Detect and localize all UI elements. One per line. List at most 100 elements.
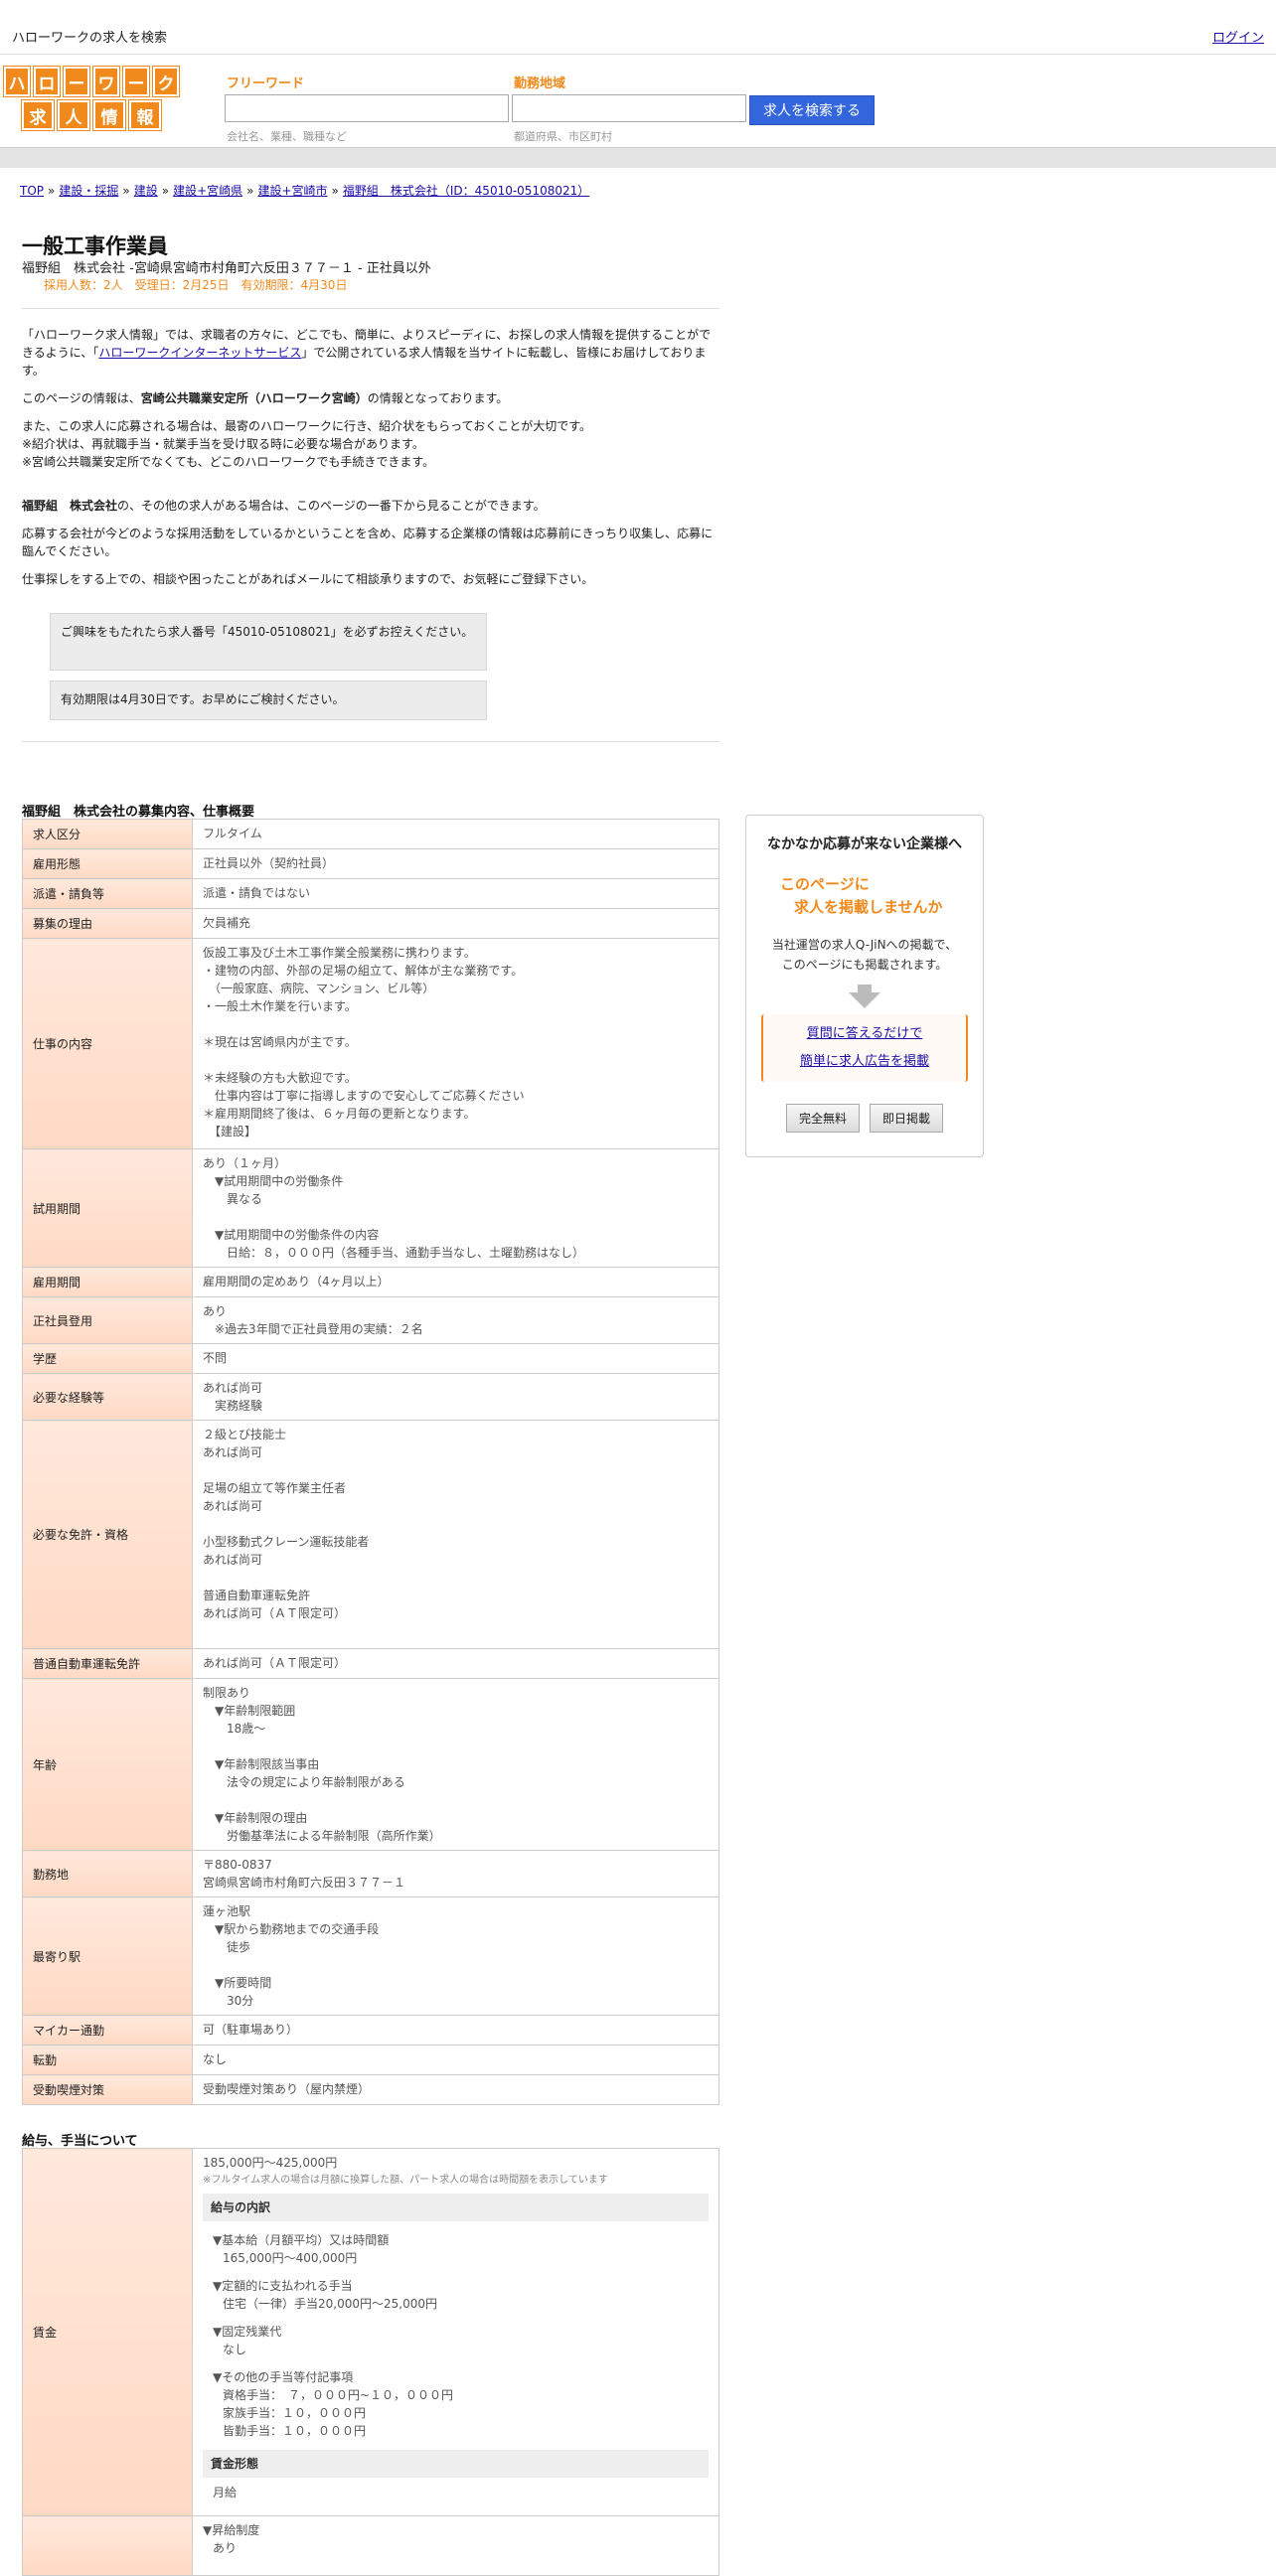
table-row: 必要な免許・資格 ２級とび技能士 あれば尚可 足場の組立て等作業主任者 あれば尚可… <box>22 1420 719 1649</box>
table-row: 普通自動車運転免許 あれば尚可（ＡＴ限定可） <box>22 1648 719 1679</box>
intro-p2-text-2: の情報となっております。 <box>367 391 509 405</box>
raise-value-text: あり <box>213 2541 238 2555</box>
fixed-allowance-heading: ▼定額的に支払われる手当 <box>213 2279 353 2293</box>
row-key: 勤務地 <box>22 1850 193 1897</box>
keyword-input[interactable] <box>225 94 509 122</box>
row-key: 普通自動車運転免許 <box>22 1648 193 1679</box>
row-value: 蓮ヶ池駅 ▼駅から勤務地までの交通手段 徒歩 ▼所要時間 30分 <box>192 1896 719 2016</box>
row-value: あれば尚可（ＡＴ限定可） <box>192 1648 719 1679</box>
ad-catch-1: このページに <box>780 875 870 893</box>
row-key: 転勤 <box>22 2045 193 2075</box>
table-row: 雇用形態 正社員以外（契約社員） <box>22 848 719 879</box>
logo-char: ー <box>122 66 150 97</box>
table-row: 求人区分 フルタイム <box>22 819 719 849</box>
breadcrumb-construction[interactable]: 建設 <box>134 184 158 198</box>
breadcrumb-company[interactable]: 福野組 株式会社（ID：45010-05108021） <box>343 184 589 198</box>
table-row: 募集の理由 欠員補充 <box>22 908 719 939</box>
base-salary-heading: ▼基本給（月額平均）又は時間額 <box>213 2233 390 2247</box>
logo-char: 情 <box>92 99 126 131</box>
hellowork-logo[interactable]: ハローワーク 求人情報 <box>3 66 180 131</box>
row-value: なし <box>192 2045 719 2075</box>
site-title: ハローワークの求人を検索 <box>12 31 168 46</box>
ad-link-post-ad[interactable]: 簡単に求人広告を掲載 <box>763 1048 966 1076</box>
breadcrumb-construction-mining[interactable]: 建設・採掘 <box>59 184 118 198</box>
row-key: 派遣・請負等 <box>22 878 193 909</box>
logo-row-1: ハローワーク <box>3 66 180 97</box>
breadcrumb-sep: » <box>48 184 56 198</box>
job-meta: 採用人数：2人 受理日：2月25日 有効期限：4月30日 <box>44 278 348 292</box>
table-row: 年齢 制限あり ▼年齢制限範囲 18歳〜 ▼年齢制限該当事由 法令の規定により年齢… <box>22 1678 719 1851</box>
header: ハローワーク 求人情報 フリーワード 会社名、業種、職種など 勤務地域 都道府県… <box>0 55 1276 146</box>
row-key: 年齢 <box>22 1678 193 1851</box>
row-key: 賃金 <box>22 2148 193 2516</box>
divider <box>22 308 719 309</box>
down-arrow-head-icon <box>849 992 880 1008</box>
row-value: 雇用期間の定めあり（4ヶ月以上） <box>192 1267 719 1297</box>
intro-p7: 応募する会社が今どのような採用活動をしているかということを含め、応募する企業様の… <box>22 527 714 558</box>
logo-char: 求 <box>21 99 55 131</box>
row-value: 可（駐車場あり） <box>192 2015 719 2046</box>
logo-char: 人 <box>57 99 90 131</box>
raise-value: ▼昇給制度 あり <box>192 2515 719 2576</box>
raise-heading: ▼昇給制度 <box>203 2523 260 2537</box>
family-allowance: 家族手当：１０，０００円 <box>223 2406 367 2420</box>
table-row: 雇用期間 雇用期間の定めあり（4ヶ月以上） <box>22 1267 719 1297</box>
top-bar: ハローワークの求人を検索 ログイン <box>0 0 1276 55</box>
ad-link-answer-questions[interactable]: 質問に答えるだけで <box>763 1020 966 1048</box>
fixed-allowance-value: 住宅（一律）手当20,000円〜25,000円 <box>223 2297 437 2311</box>
area-input[interactable] <box>512 94 746 122</box>
row-key: 正社員登用 <box>22 1296 193 1344</box>
logo-char: ー <box>63 66 90 97</box>
logo-char: ク <box>152 66 180 97</box>
notice-expiry: 有効期限は4月30日です。お早めにご検討ください。 <box>50 681 487 720</box>
job-title: 一般工事作業員 <box>22 234 168 258</box>
recruit-ad-box: なかなか応募が来ない企業様へ このページに 求人を掲載しませんか 当社運営の求人… <box>745 815 984 1157</box>
login-link[interactable]: ログイン <box>1212 27 1264 46</box>
breadcrumb-top[interactable]: TOP <box>20 184 44 198</box>
intro-p2: このページの情報は、宮崎公共職業安定所（ハローワーク宮崎）の情報となっております… <box>22 389 718 407</box>
notice-job-number: ご興味をもたれたら求人番号「45010-05108021」を必ずお控えください。 <box>50 613 487 671</box>
attendance-allowance: 皆勤手当：１０，０００円 <box>223 2424 367 2438</box>
table-row: 必要な経験等 あれば尚可 実務経験 <box>22 1373 719 1421</box>
wage-note: ※フルタイム求人の場合は月額に換算した額、パート求人の場合は時間額を表示していま… <box>203 2175 608 2186</box>
qualification-allowance: 資格手当： ７，０００円~１０，０００円 <box>223 2388 454 2402</box>
same-day-button[interactable]: 即日掲載 <box>870 1104 944 1133</box>
row-value: 不問 <box>192 1343 719 1374</box>
table-row: 派遣・請負等 派遣・請負ではない <box>22 878 719 909</box>
intro-text: 「ハローワーク求人情報」では、求職者の方々に、どこでも、簡単に、よりスピーディに… <box>22 326 718 598</box>
hellowork-internet-service-link[interactable]: ハローワークインターネットサービス <box>98 346 301 360</box>
wage-range: 185,000円〜425,000円 <box>203 2156 338 2170</box>
down-arrow-icon <box>858 985 872 992</box>
row-key: 必要な経験等 <box>22 1373 193 1421</box>
row-value: ２級とび技能士 あれば尚可 足場の組立て等作業主任者 あれば尚可 小型移動式クレ… <box>192 1420 719 1649</box>
fixed-overtime-value: なし <box>223 2343 247 2356</box>
breadcrumb-sep: » <box>122 184 130 198</box>
search-button[interactable]: 求人を検索する <box>749 95 875 125</box>
breadcrumb: TOP» 建設・採掘» 建設» 建設+宮崎県» 建設+宮崎市» 福野組 株式会社（ID：4… <box>20 182 589 199</box>
table-row: 仕事の内容 仮設工事及び土木工事作業全般業務に携わります。 ・建物の内部、外部の足… <box>22 938 719 1149</box>
divider <box>22 741 719 742</box>
table-row: 最寄り駅 蓮ヶ池駅 ▼駅から勤務地までの交通手段 徒歩 ▼所要時間 30分 <box>22 1896 719 2016</box>
table-row: 試用期間 あり（１ヶ月） ▼試用期間中の労働条件 異なる ▼試用期間中の労働条件の… <box>22 1148 719 1268</box>
logo-char: ロ <box>33 66 61 97</box>
row-value: 〒880-0837 宮崎県宮崎市村角町六反田３７７－１ <box>192 1850 719 1897</box>
free-button[interactable]: 完全無料 <box>785 1104 860 1133</box>
fixed-overtime-heading: ▼固定残業代 <box>213 2325 282 2339</box>
row-value: あり ※過去3年間で正社員登用の実績：２名 <box>192 1296 719 1344</box>
row-value: 受動喫煙対策あり（屋内禁煙） <box>192 2074 719 2105</box>
row-key: 雇用期間 <box>22 1267 193 1297</box>
area-hint: 都道府県、市区町村 <box>514 130 612 143</box>
gray-divider-band <box>0 147 1276 168</box>
row-value: 仮設工事及び土木工事作業全般業務に携わります。 ・建物の内部、外部の足場の組立て… <box>192 938 719 1149</box>
row-value: 欠員補充 <box>192 908 719 939</box>
breadcrumb-construction-miyazaki-city[interactable]: 建設+宮崎市 <box>257 184 327 198</box>
row-value: あり（１ヶ月） ▼試用期間中の労働条件 異なる ▼試用期間中の労働条件の内容 日… <box>192 1148 719 1268</box>
breadcrumb-construction-miyazaki-pref[interactable]: 建設+宮崎県 <box>173 184 242 198</box>
intro-p4: ※紹介状は、再就職手当・就業手当を受け取る時に必要な場合があります。 <box>22 437 424 451</box>
wage-form-value: 月給 <box>213 2486 238 2500</box>
table-row: 勤務地 〒880-0837 宮崎県宮崎市村角町六反田３７７－１ <box>22 1850 719 1897</box>
other-allowance-heading: ▼その他の手当等付記事項 <box>213 2370 354 2384</box>
row-key: 最寄り駅 <box>22 1896 193 2016</box>
section-title-overview: 福野組 株式会社の募集内容、仕事概要 <box>22 805 255 820</box>
table-row: 転勤 なし <box>22 2045 719 2075</box>
